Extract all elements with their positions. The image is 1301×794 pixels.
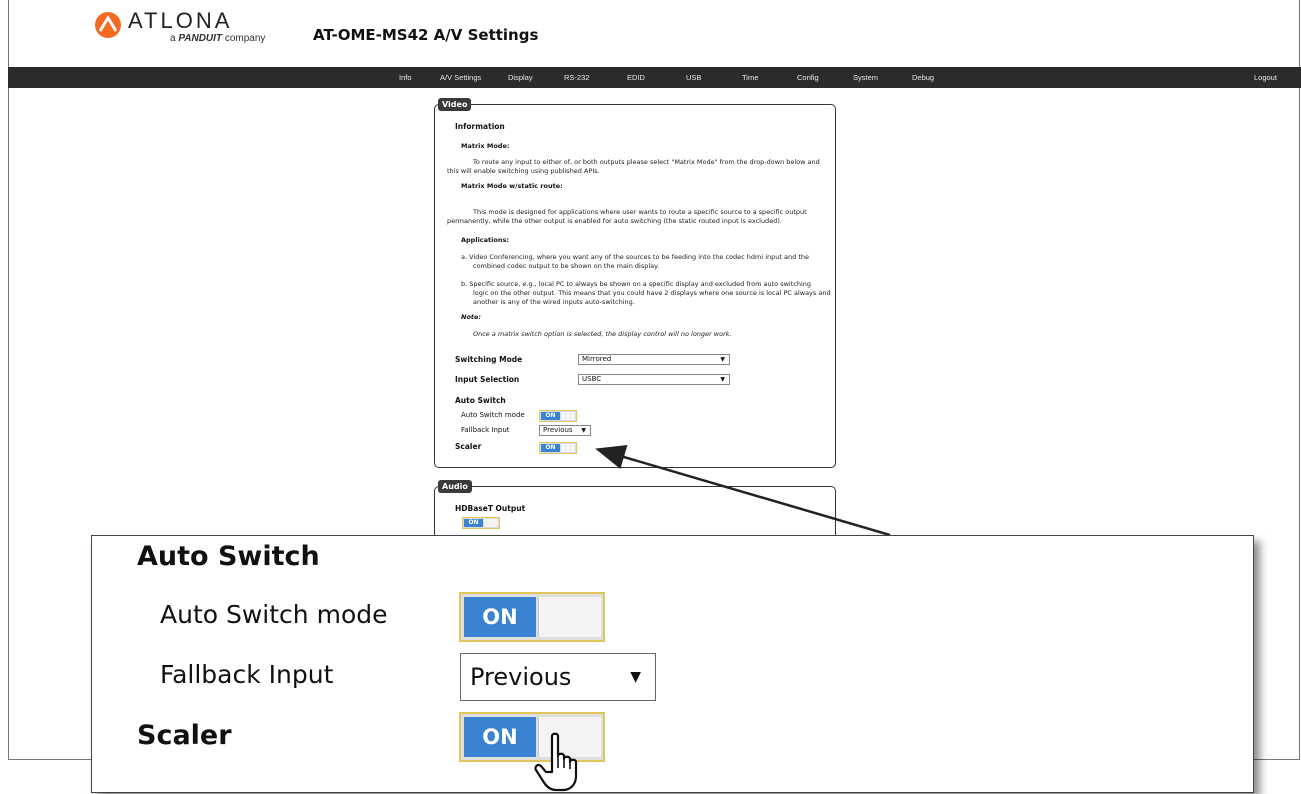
note-title: Note: (461, 313, 482, 321)
nav-edid[interactable]: EDID (627, 67, 645, 88)
fallback-input-label: Fallback Input (461, 426, 510, 434)
app-a-text-1: a. Video Conferencing, where you want an… (461, 253, 809, 261)
chevron-down-icon: ▼ (581, 427, 586, 434)
zoom-inset: Auto Switch Auto Switch mode ON Fallback… (91, 535, 1254, 793)
zoom-scaler-label: Scaler (137, 720, 232, 751)
nav-usb[interactable]: USB (686, 67, 701, 88)
matrix-static-text-2: permanently, while the other output is e… (447, 217, 782, 225)
nav-system[interactable]: System (853, 67, 878, 88)
logout-link[interactable]: Logout (1254, 67, 1277, 88)
matrix-mode-title: Matrix Mode: (461, 142, 510, 150)
app-b-text-3: another is any of the wired inputs auto-… (473, 298, 635, 306)
fallback-input-select[interactable]: Previous ▼ (539, 425, 591, 436)
nav-config[interactable]: Config (797, 67, 819, 88)
applications-title: Applications: (461, 236, 509, 244)
nav-debug[interactable]: Debug (912, 67, 934, 88)
matrix-static-text-1: This mode is designed for applications w… (473, 208, 807, 216)
note-text: Once a matrix switch option is selected,… (473, 330, 732, 338)
zoom-auto-switch-title: Auto Switch (137, 541, 320, 572)
switching-mode-label: Switching Mode (455, 355, 523, 364)
app-b-text-2: logic on the other output. This means th… (473, 289, 831, 297)
switching-mode-select[interactable]: Mirrored ▼ (578, 354, 730, 365)
zoom-fallback-input-label: Fallback Input (160, 660, 334, 689)
hdbaset-output-label: HDBaseT Output (455, 504, 526, 513)
chevron-down-icon: ▼ (720, 356, 725, 363)
scaler-label: Scaler (455, 442, 482, 451)
hdbaset-output-toggle[interactable]: ON (462, 517, 500, 529)
page-title: AT-OME-MS42 A/V Settings (313, 26, 539, 44)
chevron-down-icon: ▼ (720, 376, 725, 383)
app-b-text-1: b. Specific source, e.g., local PC to al… (461, 280, 812, 288)
scaler-toggle[interactable]: ON (539, 442, 577, 454)
nav-bar: Info A/V Settings Display RS-232 EDID US… (8, 67, 1301, 88)
zoom-auto-switch-mode-label: Auto Switch mode (160, 600, 388, 629)
chevron-down-icon: ▼ (630, 669, 641, 685)
zoom-auto-switch-mode-toggle[interactable]: ON (459, 592, 605, 642)
auto-switch-mode-toggle[interactable]: ON (539, 410, 577, 422)
nav-display[interactable]: Display (508, 67, 533, 88)
nav-av-settings[interactable]: A/V Settings (440, 67, 481, 88)
nav-rs232[interactable]: RS-232 (564, 67, 589, 88)
input-selection-label: Input Selection (455, 375, 520, 384)
matrix-mode-text-1: To route any input to either of, or both… (473, 158, 820, 166)
zoom-fallback-input-select[interactable]: Previous ▼ (460, 653, 656, 701)
auto-switch-title: Auto Switch (455, 396, 506, 405)
app-a-text-2: combined codec output to be shown on the… (473, 262, 660, 270)
input-selection-select[interactable]: USBC ▼ (578, 374, 730, 385)
matrix-static-title: Matrix Mode w/static route: (461, 182, 563, 190)
audio-panel-tag: Audio (438, 480, 472, 493)
nav-time[interactable]: Time (742, 67, 758, 88)
matrix-mode-text-2: this will enable switching using publish… (447, 167, 600, 175)
video-panel: Video Information Matrix Mode: To route … (434, 98, 836, 468)
brand-tagline: a PANDUIT company (170, 33, 266, 44)
brand-name: ATLONA (128, 8, 233, 33)
hand-pointer-icon (534, 732, 578, 792)
nav-info[interactable]: Info (399, 67, 412, 88)
auto-switch-mode-label: Auto Switch mode (461, 411, 525, 419)
information-title: Information (455, 122, 505, 131)
video-panel-tag: Video (438, 98, 472, 111)
